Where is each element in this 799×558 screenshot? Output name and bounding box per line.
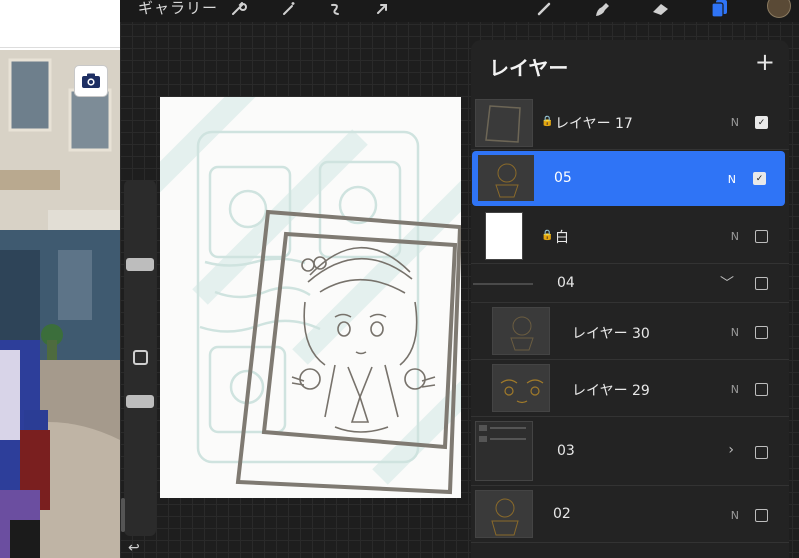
color-swatch[interactable]: [767, 0, 791, 18]
chevron-down-icon[interactable]: ﹀: [720, 273, 734, 293]
layer-name: レイヤー 30: [572, 326, 650, 342]
wrench-icon[interactable]: [228, 0, 250, 18]
group-indicator: [473, 283, 533, 285]
layer-thumbnail: [485, 212, 523, 260]
procreate-app: ギャラリー ↩ レイヤー + 🔒 レイヤー 17 N ✓ 05 N ✓ 🔒 白 …: [120, 0, 799, 558]
layers-panel-title: レイヤー: [489, 56, 569, 80]
visibility-checkbox[interactable]: ✓: [753, 172, 766, 185]
layers-panel: レイヤー + 🔒 レイヤー 17 N ✓ 05 N ✓ 🔒 白 N 04 ﹀ レ…: [471, 40, 789, 558]
browser-strip: [0, 0, 120, 48]
sidebar-handle[interactable]: [121, 498, 125, 532]
camera-icon: [82, 73, 100, 88]
magic-wand-icon[interactable]: [278, 0, 300, 18]
blend-mode[interactable]: N: [731, 230, 739, 243]
top-toolbar: ギャラリー: [120, 0, 799, 22]
layer-name: 白: [555, 230, 569, 246]
layer-row-selected[interactable]: 05 N ✓: [472, 151, 785, 206]
blend-mode[interactable]: N: [731, 509, 739, 522]
eraser-icon[interactable]: [650, 0, 672, 18]
visibility-checkbox[interactable]: [755, 383, 768, 396]
layer-row[interactable]: 🔒 レイヤー 17 N ✓: [471, 96, 789, 150]
layer-name: 02: [553, 506, 571, 522]
camera-button[interactable]: [74, 65, 108, 97]
canvas-artwork: [160, 97, 461, 495]
game-window: [0, 0, 120, 558]
screen: ギャラリー ↩ レイヤー + 🔒 レイヤー 17 N ✓ 05 N ✓ 🔒 白 …: [0, 0, 799, 558]
visibility-checkbox[interactable]: [755, 446, 768, 459]
layer-group-row[interactable]: 04 ﹀: [471, 265, 789, 303]
opacity-slider[interactable]: [126, 395, 154, 408]
layer-row[interactable]: レイヤー 29 N: [471, 361, 789, 417]
group-thumbnail: [475, 421, 533, 481]
layer-thumbnail: [475, 490, 533, 538]
gallery-button[interactable]: ギャラリー: [138, 0, 218, 18]
add-layer-button[interactable]: +: [755, 50, 775, 74]
brush-size-slider[interactable]: [126, 258, 154, 271]
drawing-canvas[interactable]: [160, 97, 461, 498]
brush-sidebar: [121, 180, 156, 536]
layer-row[interactable]: 02 N: [471, 487, 789, 543]
layer-name: レイヤー 29: [572, 383, 650, 399]
visibility-checkbox[interactable]: [755, 230, 768, 243]
group-name: 03: [557, 443, 575, 459]
group-name: 04: [557, 275, 575, 291]
selection-icon[interactable]: [324, 0, 346, 18]
blend-mode[interactable]: N: [731, 116, 739, 129]
layer-name: 05: [554, 170, 572, 186]
visibility-checkbox[interactable]: [755, 326, 768, 339]
layer-name: レイヤー 17: [555, 116, 633, 132]
layer-thumbnail: [475, 99, 533, 147]
lock-icon: 🔒: [541, 116, 554, 127]
layers-icon[interactable]: [708, 0, 730, 18]
game-scene: [0, 50, 120, 558]
visibility-checkbox[interactable]: ✓: [755, 116, 768, 129]
chevron-right-icon[interactable]: ›: [728, 442, 734, 458]
blend-mode[interactable]: N: [731, 326, 739, 339]
blend-mode[interactable]: N: [728, 173, 736, 186]
blend-mode[interactable]: N: [731, 383, 739, 396]
transform-arrow-icon[interactable]: [371, 0, 393, 18]
layer-thumbnail: [492, 307, 550, 355]
layer-group-row[interactable]: 03 ›: [471, 418, 789, 486]
layer-row[interactable]: レイヤー 30 N: [471, 304, 789, 360]
undo-icon[interactable]: ↩: [128, 540, 140, 556]
lock-icon: 🔒: [541, 230, 554, 241]
layer-thumbnail: [492, 364, 550, 412]
visibility-checkbox[interactable]: [755, 509, 768, 522]
game-scene-illustration: [0, 50, 120, 558]
visibility-checkbox[interactable]: [755, 277, 768, 290]
brush-icon[interactable]: [534, 0, 556, 18]
layer-thumbnail: [477, 154, 535, 202]
modify-button[interactable]: [133, 350, 148, 365]
layer-row[interactable]: 🔒 白 N: [471, 208, 789, 264]
smudge-icon[interactable]: [591, 0, 613, 18]
